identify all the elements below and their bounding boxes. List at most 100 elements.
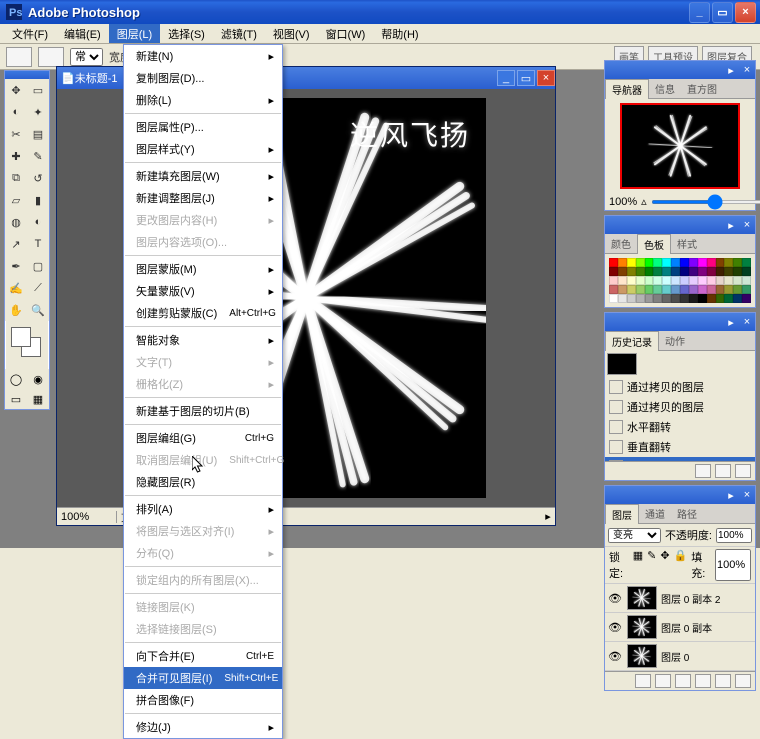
visibility-icon[interactable]: 👁 <box>607 592 623 605</box>
swatches-grid[interactable] <box>609 258 751 303</box>
history-brush-tool[interactable]: ↺ <box>27 167 49 189</box>
brush-tool[interactable]: ✎ <box>27 145 49 167</box>
swatch[interactable] <box>645 294 654 303</box>
layer-name[interactable]: 图层 0 副本 <box>661 620 753 635</box>
swatch[interactable] <box>636 285 645 294</box>
marquee-tool[interactable]: ▭ <box>27 79 49 101</box>
tab-颜色[interactable]: 颜色 <box>605 234 637 253</box>
wand-tool[interactable]: ✦ <box>27 101 49 123</box>
swatch[interactable] <box>627 285 636 294</box>
swatch[interactable] <box>680 294 689 303</box>
zoom-out-icon[interactable]: ▵ <box>641 195 647 208</box>
swatch[interactable] <box>724 276 733 285</box>
swatch[interactable] <box>627 276 636 285</box>
swatch[interactable] <box>689 276 698 285</box>
tab-动作[interactable]: 动作 <box>659 331 691 350</box>
layer-style-icon[interactable] <box>655 674 671 688</box>
window-maximize-button[interactable]: ▭ <box>712 2 733 23</box>
swatch[interactable] <box>742 285 751 294</box>
swatch[interactable] <box>707 258 716 267</box>
history-row[interactable]: 通过拷贝的图层 <box>605 377 755 397</box>
doc-maximize-button[interactable]: ▭ <box>517 70 535 86</box>
swatch[interactable] <box>733 294 742 303</box>
tab-样式[interactable]: 样式 <box>671 234 703 253</box>
swatch[interactable] <box>653 285 662 294</box>
swatch[interactable] <box>662 258 671 267</box>
tool-preset-swatch[interactable] <box>6 47 32 67</box>
lasso-tool[interactable]: ◐ <box>5 101 27 123</box>
menu-编辑[interactable]: 编辑(E) <box>56 24 109 43</box>
lock-all-icon[interactable]: 🔒 <box>674 549 688 581</box>
menu-item-拼合图像[interactable]: 拼合图像(F) <box>124 689 282 711</box>
opacity-input[interactable] <box>716 528 752 543</box>
window-close-button[interactable]: × <box>735 2 756 23</box>
swatch[interactable] <box>742 294 751 303</box>
menu-item-图层蒙版[interactable]: 图层蒙版(M)▸ <box>124 258 282 280</box>
gradient-tool[interactable]: ▮ <box>27 189 49 211</box>
panel-menu-icon[interactable]: ▸ <box>723 64 739 77</box>
slice-tool[interactable]: ▤ <box>27 123 49 145</box>
layer-row[interactable]: 👁图层 0 副本 2 <box>605 584 755 613</box>
swatch[interactable] <box>724 267 733 276</box>
swatch[interactable] <box>698 285 707 294</box>
menu-item-图层编组[interactable]: 图层编组(G)Ctrl+G <box>124 427 282 449</box>
swatch[interactable] <box>609 276 618 285</box>
fill-input[interactable] <box>715 549 751 581</box>
swatch[interactable] <box>689 258 698 267</box>
menu-图层[interactable]: 图层(L) <box>109 24 160 43</box>
link-layers-icon[interactable] <box>635 674 651 688</box>
swatch[interactable] <box>698 294 707 303</box>
swatch[interactable] <box>636 276 645 285</box>
tab-导航器[interactable]: 导航器 <box>605 79 649 99</box>
lock-transparent-icon[interactable]: ▦ <box>633 549 643 581</box>
menu-item-隐藏图层[interactable]: 隐藏图层(R) <box>124 471 282 493</box>
swatch[interactable] <box>653 267 662 276</box>
swatch[interactable] <box>636 258 645 267</box>
swatch[interactable] <box>645 276 654 285</box>
tab-图层[interactable]: 图层 <box>605 504 639 524</box>
swatch[interactable] <box>707 285 716 294</box>
swatch[interactable] <box>742 276 751 285</box>
standard-mode-icon[interactable]: ◯ <box>5 369 27 389</box>
swatch[interactable] <box>662 276 671 285</box>
zoom-level[interactable]: 100% <box>57 511 117 523</box>
swatch[interactable] <box>698 258 707 267</box>
pen-tool[interactable]: ✒ <box>5 255 27 277</box>
swatch[interactable] <box>707 294 716 303</box>
swatch[interactable] <box>716 285 725 294</box>
swatch[interactable] <box>724 285 733 294</box>
dodge-tool[interactable]: ◐ <box>27 211 49 233</box>
hand-tool[interactable]: ✋ <box>5 299 27 321</box>
swatch[interactable] <box>733 276 742 285</box>
new-snapshot-icon[interactable] <box>715 464 731 478</box>
zoom-tool[interactable]: 🔍 <box>27 299 49 321</box>
quickmask-mode-icon[interactable]: ◉ <box>27 369 49 389</box>
tab-信息[interactable]: 信息 <box>649 79 681 98</box>
lock-position-icon[interactable]: ✥ <box>660 549 669 581</box>
navigator-thumbnail[interactable] <box>620 103 740 189</box>
swatch[interactable] <box>627 258 636 267</box>
swatch[interactable] <box>618 294 627 303</box>
tab-历史记录[interactable]: 历史记录 <box>605 331 659 351</box>
swatch[interactable] <box>733 285 742 294</box>
menu-item-修边[interactable]: 修边(J)▸ <box>124 716 282 738</box>
menu-窗口[interactable]: 窗口(W) <box>318 24 374 43</box>
navigator-zoom-slider[interactable] <box>651 200 760 204</box>
menu-item-合并可见图层[interactable]: 合并可见图层(I)Shift+Ctrl+E <box>124 667 282 689</box>
swatch[interactable] <box>645 285 654 294</box>
layer-thumbnail[interactable] <box>627 644 657 668</box>
swatch[interactable] <box>724 294 733 303</box>
swatch[interactable] <box>645 267 654 276</box>
swatch[interactable] <box>689 285 698 294</box>
delete-state-icon[interactable] <box>735 464 751 478</box>
swatch[interactable] <box>742 267 751 276</box>
doc-close-button[interactable]: × <box>537 70 555 86</box>
visibility-icon[interactable]: 👁 <box>607 621 623 634</box>
swatch[interactable] <box>618 258 627 267</box>
swatch[interactable] <box>680 276 689 285</box>
layer-thumbnail[interactable] <box>627 615 657 639</box>
panel-close-icon[interactable]: × <box>739 316 755 328</box>
swatch[interactable] <box>618 276 627 285</box>
menu-item-删除[interactable]: 删除(L)▸ <box>124 89 282 111</box>
swatch[interactable] <box>645 258 654 267</box>
